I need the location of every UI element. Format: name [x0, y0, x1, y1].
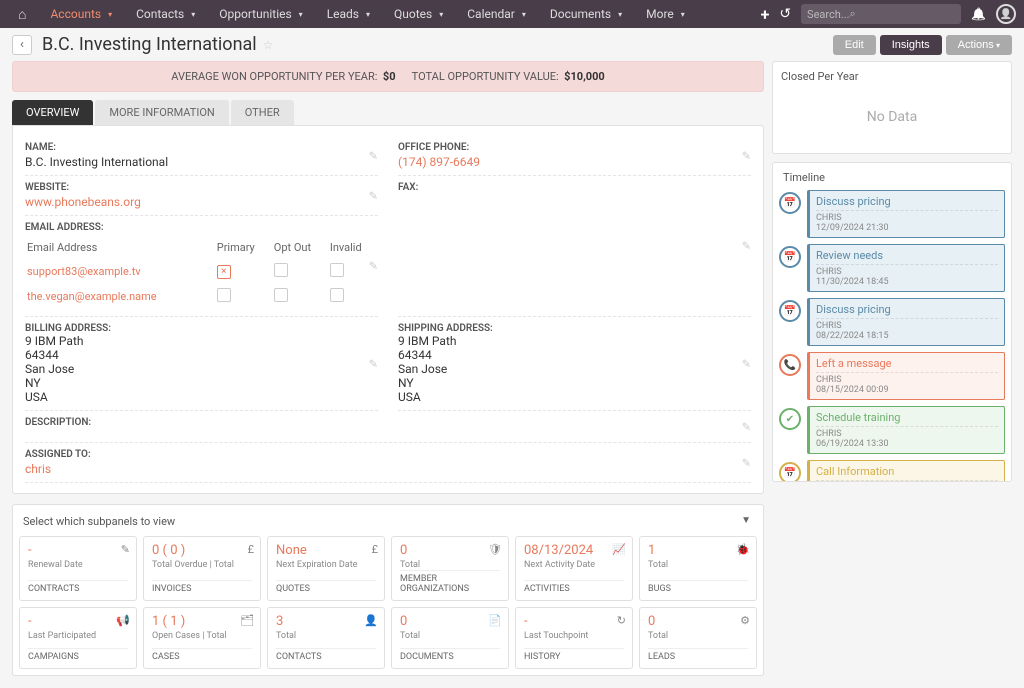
subpanel-header[interactable]: Select which subpanels to view	[19, 511, 757, 536]
field-billing-address: BILLING ADDRESS: 9 IBM Path 64344 San Jo…	[25, 317, 378, 411]
plus-icon[interactable]	[761, 5, 770, 24]
timeline-icon: 📅	[779, 192, 801, 214]
invalid-checkbox[interactable]	[330, 288, 344, 302]
history-icon[interactable]	[779, 6, 791, 22]
field-office-phone: OFFICE PHONE: (174) 897-6649	[398, 136, 751, 176]
subpanel-card[interactable]: 🗂 1 ( 1 ) Open Cases | Total CASES	[143, 607, 261, 669]
field-name: NAME: B.C. Investing International	[25, 136, 378, 176]
subpanel-icon: 📢	[116, 614, 130, 627]
timeline-item[interactable]: 📅 Discuss pricing CHRIS 08/22/2024 18:15	[779, 298, 1005, 346]
subpanel-card[interactable]: 🛡 0 Total MEMBER ORGANIZATIONS	[391, 536, 509, 601]
field-email: EMAIL ADDRESS: Email Address Primary Opt…	[25, 216, 378, 317]
nav-contacts[interactable]: Contacts	[126, 1, 205, 27]
edit-shipping-icon[interactable]	[742, 357, 751, 370]
edit-button[interactable]: Edit	[833, 35, 876, 55]
subpanel-card[interactable]: £ None Next Expiration Date QUOTES	[267, 536, 385, 601]
edit-phone-icon[interactable]	[742, 149, 751, 162]
detail-card: NAME: B.C. Investing International OFFIC…	[12, 125, 764, 494]
page-title: B.C. Investing International	[42, 34, 257, 55]
subpanel-icon: 👤	[364, 614, 378, 627]
field-fax: FAX:	[398, 176, 751, 317]
subpanel-icon: 🗂	[240, 614, 254, 627]
subpanel-card[interactable]: ⚙ 0 Total LEADS	[639, 607, 757, 669]
search-icon[interactable]	[850, 7, 856, 21]
subpanel-icon: £	[248, 543, 254, 556]
timeline-item[interactable]: ✔ Schedule training CHRIS 06/19/2024 13:…	[779, 406, 1005, 454]
subpanel-section: Select which subpanels to view ✎ - Renew…	[12, 504, 764, 676]
subpanel-card[interactable]: 📢 - Last Participated CAMPAIGNS	[19, 607, 137, 669]
timeline-item[interactable]: 📞 Left a message CHRIS 08/15/2024 00:09	[779, 352, 1005, 400]
actions-button[interactable]: Actions	[946, 35, 1012, 55]
edit-website-icon[interactable]	[369, 189, 378, 202]
field-assigned-to: ASSIGNED TO: chris	[25, 443, 751, 483]
primary-checkbox[interactable]: ×	[217, 265, 231, 279]
top-nav: Accounts Contacts Opportunities Leads Qu…	[0, 0, 1024, 28]
edit-billing-icon[interactable]	[369, 357, 378, 370]
detail-tabs: OVERVIEW MORE INFORMATION OTHER	[12, 100, 764, 125]
subpanel-icon: 🛡	[488, 543, 502, 556]
page-header: B.C. Investing International Edit Insigh…	[0, 28, 1024, 61]
bell-icon[interactable]	[971, 7, 986, 21]
invalid-checkbox[interactable]	[330, 263, 344, 277]
field-shipping-address: SHIPPING ADDRESS: 9 IBM Path 64344 San J…	[398, 317, 751, 411]
subpanel-card[interactable]: £ 0 ( 0 ) Total Overdue | Total INVOICES	[143, 536, 261, 601]
nav-leads[interactable]: Leads	[317, 1, 380, 27]
closed-per-year-panel: Closed Per Year No Data	[772, 61, 1012, 154]
stats-banner: AVERAGE WON OPPORTUNITY PER YEAR: $0 TOT…	[12, 61, 764, 92]
timeline-item[interactable]: 📅 Discuss pricing CHRIS 12/09/2024 21:30	[779, 190, 1005, 238]
email-row: the.vegan@example.name	[27, 285, 376, 308]
nav-calendar[interactable]: Calendar	[457, 1, 536, 27]
nav-documents[interactable]: Documents	[540, 1, 632, 27]
timeline-item[interactable]: 📅 Call Information CHRIS 01/27/2024 09:1…	[779, 460, 1005, 482]
subpanel-card[interactable]: 📈 08/13/2024 Next Activity Date ACTIVITI…	[515, 536, 633, 601]
subpanel-card[interactable]: 📄 0 Total DOCUMENTS	[391, 607, 509, 669]
optout-checkbox[interactable]	[274, 263, 288, 277]
nav-more[interactable]: More	[636, 1, 695, 27]
edit-assigned-icon[interactable]	[742, 456, 751, 469]
user-avatar[interactable]	[996, 4, 1016, 24]
edit-name-icon[interactable]	[369, 149, 378, 162]
tab-overview[interactable]: OVERVIEW	[12, 100, 93, 125]
subpanel-card[interactable]: 🐞 1 Total BUGS	[639, 536, 757, 601]
subpanel-card[interactable]: ↻ - Last Touchpoint HISTORY	[515, 607, 633, 669]
tab-other[interactable]: OTHER	[231, 100, 294, 125]
subpanel-icon: ⚙	[740, 614, 750, 627]
nav-opportunities[interactable]: Opportunities	[209, 1, 312, 27]
primary-checkbox[interactable]	[217, 288, 231, 302]
insights-button[interactable]: Insights	[880, 35, 942, 55]
subpanel-icon: £	[372, 543, 378, 556]
email-row: support83@example.tv ×	[27, 260, 376, 283]
timeline-icon: 📅	[779, 300, 801, 322]
subpanel-icon: 📈	[612, 543, 626, 556]
nav-quotes[interactable]: Quotes	[384, 1, 453, 27]
home-icon[interactable]	[8, 0, 36, 29]
optout-checkbox[interactable]	[274, 288, 288, 302]
subpanel-icon: 🐞	[736, 543, 750, 556]
edit-fax-icon[interactable]	[742, 240, 751, 253]
timeline-icon: ✔	[779, 408, 801, 430]
edit-email-icon[interactable]	[369, 260, 378, 273]
back-button[interactable]	[12, 35, 32, 55]
timeline-panel[interactable]: Timeline 📅 Discuss pricing CHRIS 12/09/2…	[772, 162, 1012, 482]
timeline-icon: 📞	[779, 354, 801, 376]
nav-accounts[interactable]: Accounts	[40, 1, 122, 27]
timeline-icon: 📅	[779, 246, 801, 268]
subpanel-card[interactable]: ✎ - Renewal Date CONTRACTS	[19, 536, 137, 601]
search-input[interactable]: Search...	[801, 4, 961, 24]
tab-more-information[interactable]: MORE INFORMATION	[95, 100, 228, 125]
subpanel-icon: ↻	[617, 614, 626, 627]
edit-description-icon[interactable]	[742, 420, 751, 433]
timeline-item[interactable]: 📅 Review needs CHRIS 11/30/2024 18:45	[779, 244, 1005, 292]
timeline-icon: 📅	[779, 462, 801, 482]
field-website: WEBSITE: www.phonebeans.org	[25, 176, 378, 216]
subpanel-icon: ✎	[121, 543, 130, 556]
favorite-icon[interactable]	[263, 38, 274, 52]
subpanel-card[interactable]: 👤 3 Total CONTACTS	[267, 607, 385, 669]
field-description: DESCRIPTION:	[25, 411, 751, 443]
subpanel-icon: 📄	[488, 614, 502, 627]
